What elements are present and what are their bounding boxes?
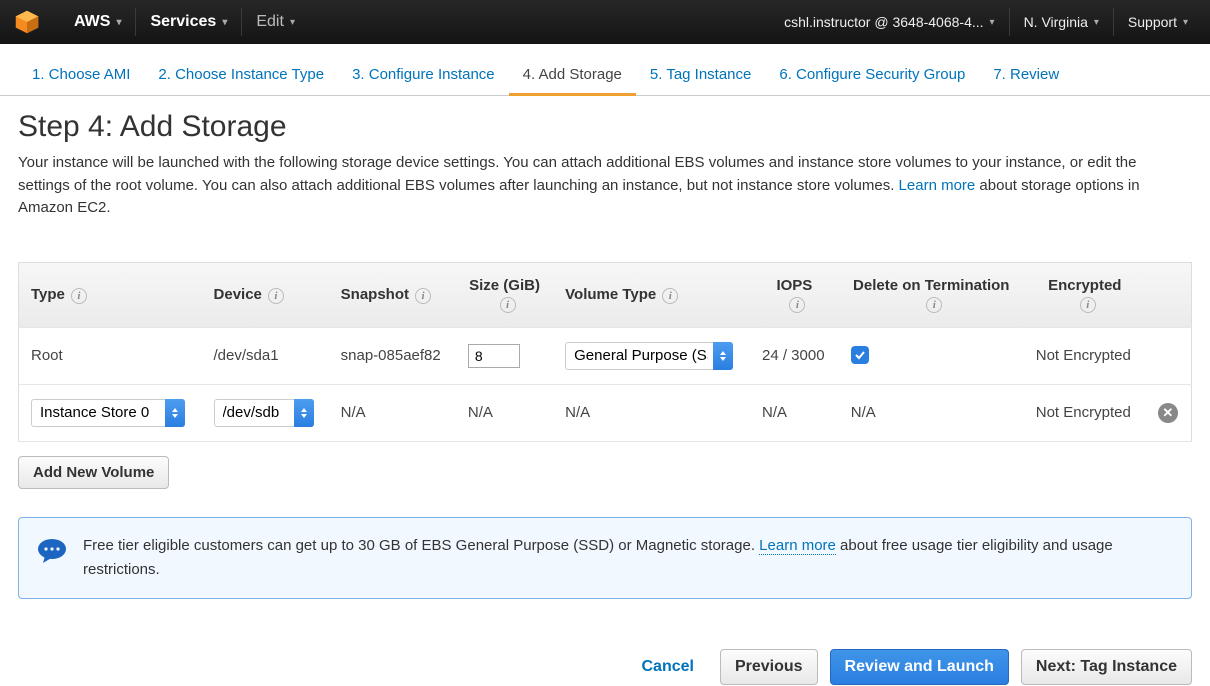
review-and-launch-button[interactable]: Review and Launch	[830, 649, 1009, 685]
nav-divider	[135, 8, 136, 36]
caret-down-icon: ▾	[222, 17, 227, 28]
th-voltype: Volume Typei	[553, 262, 750, 327]
nav-region[interactable]: N. Virginia▾	[1014, 14, 1109, 30]
info-icon[interactable]: i	[71, 288, 87, 304]
th-type: Typei	[19, 262, 202, 327]
caret-down-icon: ▾	[1094, 17, 1099, 28]
delete-on-termination-checkbox[interactable]	[851, 346, 869, 364]
th-encrypted: Encryptedi	[1024, 262, 1146, 327]
cell-delete: N/A	[839, 384, 1024, 441]
info-text: Free tier eligible customers can get up …	[83, 534, 1173, 582]
cell-iops: 24 / 3000	[750, 327, 839, 384]
wizard-step-6[interactable]: 6. Configure Security Group	[765, 52, 979, 95]
wizard-step-4[interactable]: 4. Add Storage	[509, 52, 636, 96]
free-tier-info-box: Free tier eligible customers can get up …	[18, 517, 1192, 599]
volume-type-select[interactable]: General Purpose (SSD)	[565, 342, 733, 370]
info-icon[interactable]: i	[662, 288, 678, 304]
caret-down-icon: ▾	[1183, 17, 1188, 28]
instance-store-select[interactable]: Instance Store 0	[31, 399, 185, 427]
nav-edit[interactable]: Edit▾	[246, 13, 305, 31]
cell-type: Root	[19, 327, 202, 384]
wizard-step-1[interactable]: 1. Choose AMI	[18, 52, 144, 95]
cell-snapshot: snap-085aef82	[329, 327, 456, 384]
size-input[interactable]	[468, 344, 520, 368]
info-learn-more-link[interactable]: Learn more	[759, 537, 836, 555]
nav-aws[interactable]: AWS▾	[64, 13, 131, 31]
cell-encrypted: Not Encrypted	[1024, 327, 1146, 384]
info-icon[interactable]: i	[415, 288, 431, 304]
cell-size: N/A	[456, 384, 553, 441]
cell-iops: N/A	[750, 384, 839, 441]
page-title: Step 4: Add Storage	[18, 110, 1192, 144]
wizard-steps: 1. Choose AMI 2. Choose Instance Type 3.…	[0, 52, 1210, 96]
learn-more-link[interactable]: Learn more	[899, 177, 976, 194]
th-delete: Delete on Terminationi	[839, 262, 1024, 327]
info-icon[interactable]: i	[1080, 297, 1096, 313]
table-header-row: Typei Devicei Snapshoti Size (GiB)i Volu…	[19, 262, 1192, 327]
info-icon[interactable]: i	[789, 297, 805, 313]
cell-encrypted: Not Encrypted	[1024, 384, 1146, 441]
next-button[interactable]: Next: Tag Instance	[1021, 649, 1192, 685]
wizard-step-7[interactable]: 7. Review	[979, 52, 1073, 95]
aws-logo-icon[interactable]	[12, 7, 42, 37]
info-icon[interactable]: i	[500, 297, 516, 313]
th-size: Size (GiB)i	[456, 262, 553, 327]
device-select[interactable]: /dev/sdb	[214, 399, 314, 427]
th-device: Devicei	[202, 262, 329, 327]
previous-button[interactable]: Previous	[720, 649, 818, 685]
wizard-step-2[interactable]: 2. Choose Instance Type	[144, 52, 338, 95]
th-snapshot: Snapshoti	[329, 262, 456, 327]
caret-down-icon: ▾	[990, 17, 995, 28]
wizard-step-5[interactable]: 5. Tag Instance	[636, 52, 765, 95]
top-nav: AWS▾ Services▾ Edit▾ cshl.instructor @ 3…	[0, 0, 1210, 44]
cell-device: /dev/sda1	[202, 327, 329, 384]
storage-table: Typei Devicei Snapshoti Size (GiB)i Volu…	[18, 262, 1192, 442]
info-icon[interactable]: i	[268, 288, 284, 304]
cell-snapshot: N/A	[329, 384, 456, 441]
nav-divider	[1113, 8, 1114, 36]
nav-account[interactable]: cshl.instructor @ 3648-4068-4...▾	[774, 14, 1004, 30]
caret-down-icon: ▾	[290, 17, 295, 28]
remove-volume-button[interactable]: ✕	[1158, 403, 1178, 423]
nav-support[interactable]: Support▾	[1118, 14, 1198, 30]
table-row-instance-store: Instance Store 0 /dev/sdb N/A	[19, 384, 1192, 441]
add-new-volume-button[interactable]: Add New Volume	[18, 456, 169, 489]
nav-divider	[1009, 8, 1010, 36]
caret-down-icon: ▾	[116, 17, 121, 28]
wizard-step-3[interactable]: 3. Configure Instance	[338, 52, 509, 95]
cell-voltype: N/A	[553, 384, 750, 441]
cancel-button[interactable]: Cancel	[627, 650, 707, 684]
nav-services[interactable]: Services▾	[140, 13, 237, 31]
footer: Cancel Previous Review and Launch Next: …	[0, 649, 1210, 685]
table-row-root: Root /dev/sda1 snap-085aef82 General Pur…	[19, 327, 1192, 384]
speech-bubble-icon	[37, 538, 67, 564]
th-iops: IOPSi	[750, 262, 839, 327]
info-icon[interactable]: i	[926, 297, 942, 313]
nav-divider	[241, 8, 242, 36]
page-description: Your instance will be launched with the …	[18, 152, 1192, 220]
